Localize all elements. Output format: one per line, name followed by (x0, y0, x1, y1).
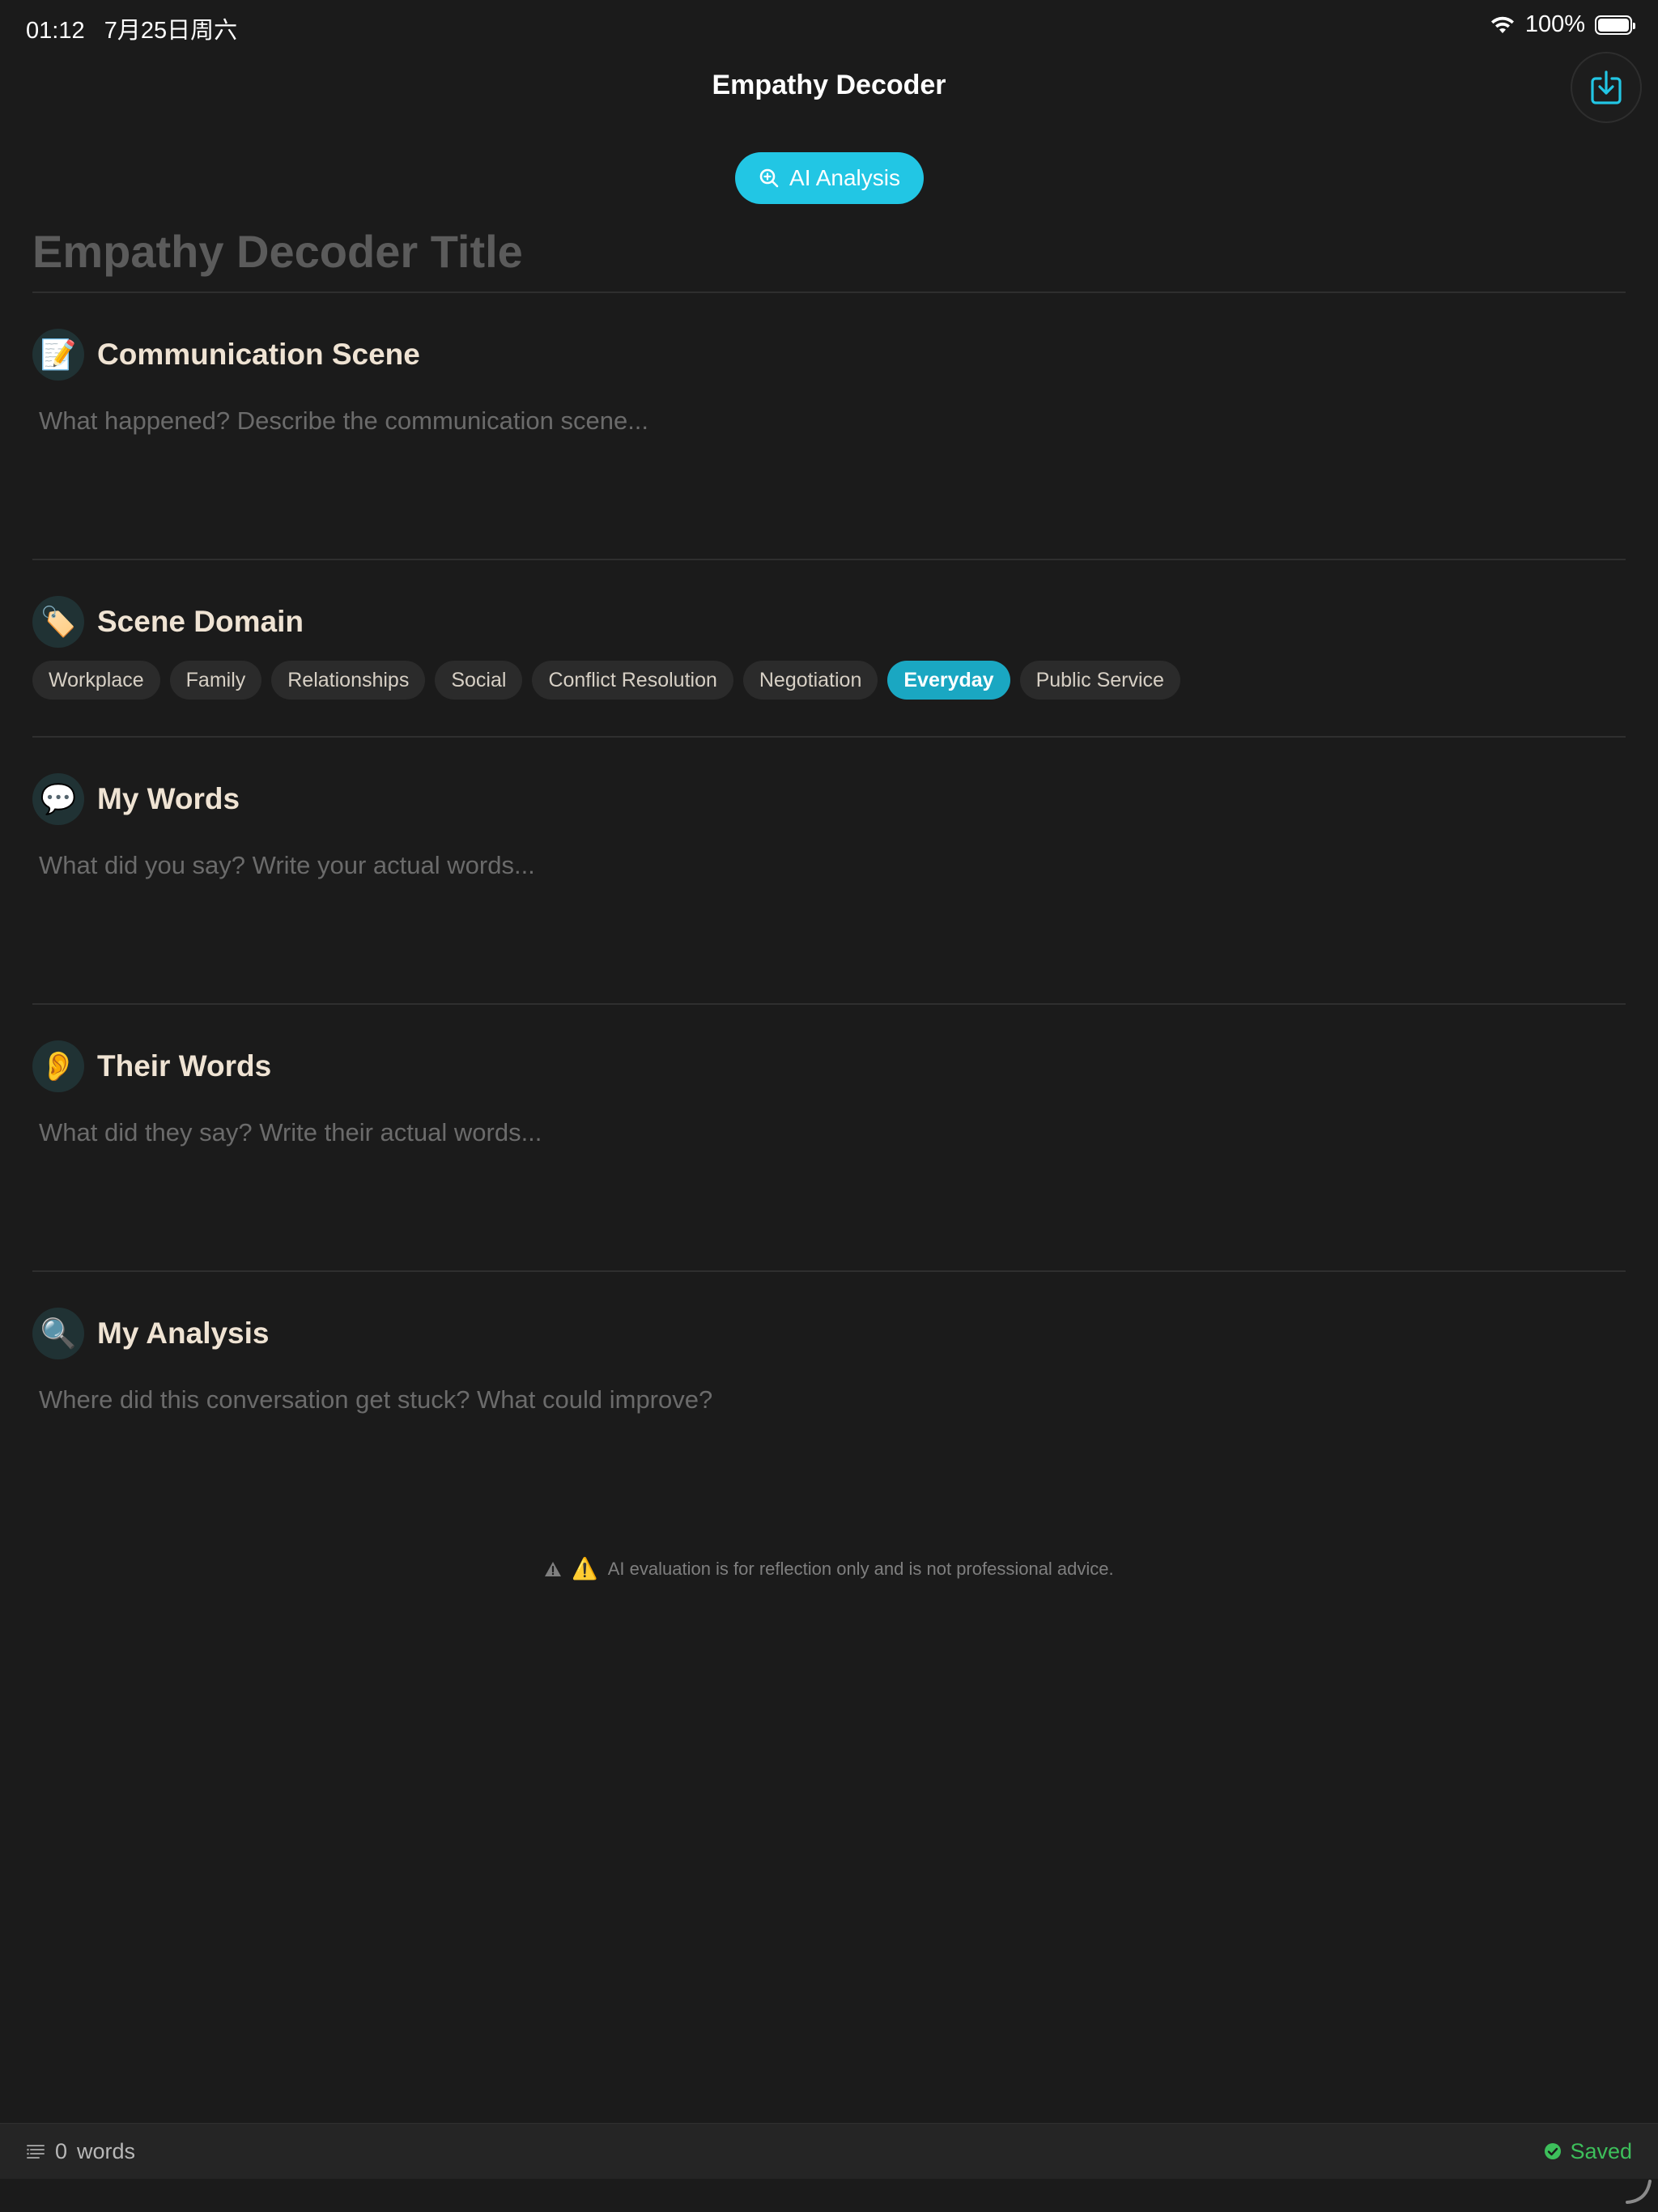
section-header-domain: 🏷️ Scene Domain (32, 596, 304, 648)
tag-icon: 🏷️ (32, 596, 84, 648)
word-count-value: 0 (55, 2138, 68, 2163)
ai-analysis-label: AI Analysis (789, 165, 900, 190)
status-clock: 01:12 (26, 18, 85, 44)
text-lines-icon (27, 2145, 45, 2159)
section-header-their-words: 👂 Their Words (32, 1040, 271, 1092)
section-header-analysis: 🔍 My Analysis (32, 1308, 270, 1359)
domain-chip-conflict-resolution[interactable]: Conflict Resolution (532, 661, 733, 700)
section-title: My Analysis (97, 1317, 270, 1350)
footer-bar: 0 words Saved (0, 2123, 1658, 2179)
my-words-input[interactable]: What did you say? Write your actual word… (39, 851, 535, 880)
section-header-scene: 📝 Communication Scene (32, 329, 420, 381)
divider (32, 559, 1626, 560)
export-button[interactable] (1571, 52, 1642, 123)
magnifier-icon: 🔍 (32, 1308, 84, 1359)
divider (32, 1003, 1626, 1005)
scene-input[interactable]: What happened? Describe the communicatio… (39, 406, 648, 436)
save-status: Saved (1544, 2124, 1632, 2179)
divider (32, 291, 1626, 293)
domain-chip-everyday[interactable]: Everyday (887, 661, 1010, 700)
title-input[interactable]: Empathy Decoder Title (32, 225, 523, 278)
analysis-input[interactable]: Where did this conversation get stuck? W… (39, 1385, 712, 1414)
download-icon (1591, 70, 1622, 104)
section-title: Scene Domain (97, 605, 304, 638)
battery-percent: 100% (1524, 11, 1585, 37)
save-status-label: Saved (1570, 2138, 1632, 2163)
domain-chip-workplace[interactable]: Workplace (32, 661, 160, 700)
warning-icon (545, 1561, 562, 1576)
section-header-my-words: 💬 My Words (32, 773, 240, 825)
divider (32, 736, 1626, 738)
domain-chip-relationships[interactable]: Relationships (271, 661, 426, 700)
divider (32, 1270, 1626, 1272)
page-title: Empathy Decoder (712, 70, 946, 100)
status-bar: 01:12 7月25日周六 100% (0, 0, 1658, 52)
wifi-icon (1490, 16, 1514, 33)
their-words-input[interactable]: What did they say? Write their actual wo… (39, 1118, 542, 1147)
disclaimer: ⚠️ AI evaluation is for reflection only … (0, 1556, 1658, 1581)
domain-chip-public-service[interactable]: Public Service (1019, 661, 1180, 700)
magnify-plus-icon (759, 168, 779, 188)
check-circle-icon (1545, 2143, 1562, 2159)
status-date: 7月25日周六 (104, 18, 238, 44)
domain-chip-social[interactable]: Social (435, 661, 523, 700)
resize-handle-icon[interactable] (1624, 2176, 1653, 2206)
domain-chip-negotiation[interactable]: Negotiation (742, 661, 878, 700)
disclaimer-text: AI evaluation is for reflection only and… (607, 1558, 1114, 1579)
status-time: 01:12 7月25日周六 (26, 11, 237, 45)
word-count: 0 words (26, 2124, 135, 2179)
speech-bubble-icon: 💬 (32, 773, 84, 825)
domain-chip-group: Workplace Family Relationships Social Co… (32, 661, 1180, 700)
section-title: Communication Scene (97, 338, 420, 371)
status-indicators: 100% (1490, 11, 1635, 38)
battery-icon (1595, 15, 1635, 35)
memo-icon: 📝 (32, 329, 84, 381)
domain-chip-family[interactable]: Family (169, 661, 262, 700)
word-count-label: words (77, 2138, 136, 2163)
ai-analysis-button[interactable]: AI Analysis (735, 152, 924, 204)
section-title: My Words (97, 782, 240, 815)
ear-icon: 👂 (32, 1040, 84, 1092)
warning-emoji-icon: ⚠️ (572, 1556, 598, 1580)
section-title: Their Words (97, 1049, 272, 1083)
